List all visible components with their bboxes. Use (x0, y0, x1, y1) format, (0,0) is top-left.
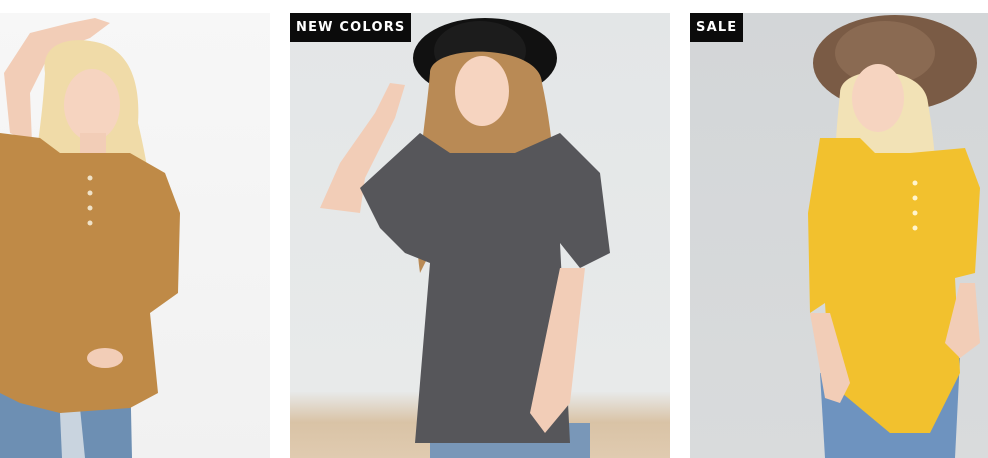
product-image-charcoal-tee[interactable] (290, 13, 670, 458)
product-card-charcoal-tee[interactable]: NEW COLORS (290, 13, 670, 458)
product-card-mustard-henley[interactable] (0, 13, 270, 458)
new-colors-badge: NEW COLORS (290, 13, 412, 42)
sale-badge: SALE (690, 13, 744, 42)
product-image-yellow-henley[interactable] (690, 13, 988, 458)
product-card-yellow-henley[interactable]: SALE (690, 13, 988, 458)
product-grid: NEW COLORS SALE (0, 0, 988, 458)
product-image-mustard-henley[interactable] (0, 13, 270, 458)
